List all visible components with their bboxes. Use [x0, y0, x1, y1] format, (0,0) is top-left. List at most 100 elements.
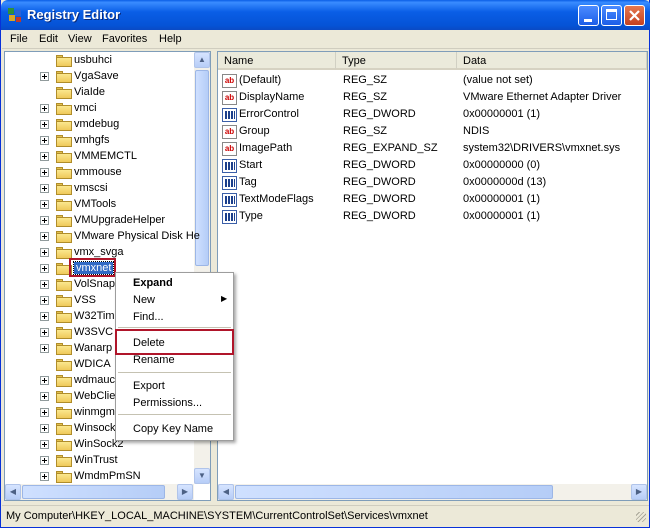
tree-item-label[interactable]: vmx_svga: [74, 246, 124, 258]
tree-item-label[interactable]: WmdmPmSN: [74, 470, 141, 482]
expand-plus-icon[interactable]: [40, 296, 49, 305]
value-row[interactable]: ab DisplayName REG_SZ VMware Ethernet Adapt…: [218, 90, 647, 106]
minimize-button[interactable]: [578, 5, 599, 26]
expand-plus-icon[interactable]: [40, 120, 49, 129]
tree-item-label[interactable]: WinTrust: [74, 454, 118, 466]
expand-plus-icon[interactable]: [40, 72, 49, 81]
tree-item-label[interactable]: vmscsi: [74, 182, 108, 194]
context-rename[interactable]: Rename: [133, 354, 175, 366]
tree-item[interactable]: vmci: [5, 101, 193, 117]
expand-plus-icon[interactable]: [40, 184, 49, 193]
menu-help[interactable]: Help: [159, 33, 182, 45]
title-bar[interactable]: Registry Editor: [1, 0, 650, 30]
expand-plus-icon[interactable]: [40, 376, 49, 385]
menu-favorites[interactable]: Favorites: [102, 33, 147, 45]
expand-plus-icon[interactable]: [40, 136, 49, 145]
maximize-button[interactable]: [601, 5, 622, 26]
expand-plus-icon[interactable]: [40, 232, 49, 241]
close-button[interactable]: [624, 5, 645, 26]
tree-item-label[interactable]: VolSnap: [74, 278, 115, 290]
tree-item-label[interactable]: W32Tim: [74, 310, 115, 322]
value-row[interactable]: ab Group REG_SZ NDIS: [218, 124, 647, 140]
tree-item-label[interactable]: VMTools: [74, 198, 116, 210]
expand-plus-icon[interactable]: [40, 408, 49, 417]
tree-item[interactable]: vmscsi: [5, 181, 193, 197]
scroll-thumb[interactable]: [22, 485, 165, 499]
context-new[interactable]: New: [133, 294, 155, 306]
tree-horizontal-scrollbar[interactable]: ◀ ▶: [5, 484, 194, 500]
resize-grip-icon[interactable]: [636, 512, 646, 522]
tree-item[interactable]: VMware Physical Disk He: [5, 229, 200, 245]
menu-file[interactable]: File: [10, 33, 28, 45]
value-row[interactable]: Tag REG_DWORD 0x0000000d (13): [218, 175, 647, 191]
expand-plus-icon[interactable]: [40, 424, 49, 433]
tree-item-label[interactable]: vmdebug: [74, 118, 119, 130]
tree-item-label[interactable]: W3SVC: [74, 326, 113, 338]
tree-item[interactable]: vmdebug: [5, 117, 193, 133]
scroll-up-button[interactable]: ▲: [194, 52, 210, 68]
values-list-pane[interactable]: Name Type Data ◀ ▶ ab (Default) REG_SZ (val…: [217, 51, 648, 501]
column-header-name[interactable]: Name: [218, 52, 336, 70]
tree-item-label[interactable]: usbuhci: [74, 54, 112, 66]
expand-plus-icon[interactable]: [40, 440, 49, 449]
value-row[interactable]: ErrorControl REG_DWORD 0x00000001 (1): [218, 107, 647, 123]
tree-item[interactable]: VMUpgradeHelper: [5, 213, 193, 229]
value-row[interactable]: Start REG_DWORD 0x00000000 (0): [218, 158, 647, 174]
tree-item-label[interactable]: VSS: [74, 294, 96, 306]
scroll-left-button[interactable]: ◀: [218, 484, 234, 500]
value-row[interactable]: ab ImagePath REG_EXPAND_SZ system32\DRIVERS…: [218, 141, 647, 157]
expand-plus-icon[interactable]: [40, 152, 49, 161]
expand-plus-icon[interactable]: [40, 456, 49, 465]
expand-plus-icon[interactable]: [40, 264, 49, 273]
context-find[interactable]: Find...: [133, 311, 164, 323]
value-row[interactable]: ab (Default) REG_SZ (value not set): [218, 73, 647, 89]
tree-item[interactable]: VMMEMCTL: [5, 149, 193, 165]
tree-item[interactable]: VgaSave: [5, 69, 193, 85]
tree-item[interactable]: vmhgfs: [5, 133, 193, 149]
tree-item-label[interactable]: ViaIde: [74, 86, 105, 98]
expand-plus-icon[interactable]: [40, 472, 49, 481]
column-header-type[interactable]: Type: [336, 52, 457, 70]
value-row[interactable]: Type REG_DWORD 0x00000001 (1): [218, 209, 647, 225]
context-export[interactable]: Export: [133, 380, 165, 392]
scroll-left-button[interactable]: ◀: [5, 484, 21, 500]
menu-edit[interactable]: Edit: [39, 33, 58, 45]
tree-item-label[interactable]: VMUpgradeHelper: [74, 214, 165, 226]
context-expand[interactable]: Expand: [133, 277, 173, 289]
tree-item-label[interactable]: wdmauc: [74, 374, 115, 386]
context-permissions[interactable]: Permissions...: [133, 397, 202, 409]
tree-item[interactable]: WinTrust: [5, 453, 193, 469]
scroll-down-button[interactable]: ▼: [194, 468, 210, 484]
expand-plus-icon[interactable]: [40, 168, 49, 177]
tree-item[interactable]: ViaIde: [5, 85, 193, 101]
scroll-thumb[interactable]: [235, 485, 553, 499]
expand-plus-icon[interactable]: [40, 104, 49, 113]
scroll-right-button[interactable]: ▶: [631, 484, 647, 500]
tree-item-label[interactable]: VgaSave: [74, 70, 119, 82]
tree-item[interactable]: VMTools: [5, 197, 193, 213]
expand-plus-icon[interactable]: [40, 216, 49, 225]
tree-item-label[interactable]: vmmouse: [74, 166, 122, 178]
expand-plus-icon[interactable]: [40, 248, 49, 257]
tree-item[interactable]: WmdmPmSN: [5, 469, 193, 485]
expand-plus-icon[interactable]: [40, 344, 49, 353]
tree-item-label[interactable]: vmhgfs: [74, 134, 109, 146]
tree-item-label[interactable]: VMware Physical Disk He: [74, 230, 200, 242]
tree-item-label[interactable]: WebClie: [74, 390, 115, 402]
tree-item-label[interactable]: Wanarp: [74, 342, 112, 354]
context-copy-key-name[interactable]: Copy Key Name: [133, 423, 213, 435]
column-header-data[interactable]: Data: [457, 52, 647, 70]
tree-item-label[interactable]: winmgm: [74, 406, 115, 418]
tree-item[interactable]: usbuhci: [5, 53, 193, 69]
tree-item[interactable]: vmmouse: [5, 165, 193, 181]
tree-item-label[interactable]: WDICA: [74, 358, 111, 370]
expand-plus-icon[interactable]: [40, 280, 49, 289]
expand-plus-icon[interactable]: [40, 200, 49, 209]
value-row[interactable]: TextModeFlags REG_DWORD 0x00000001 (1): [218, 192, 647, 208]
tree-item-label[interactable]: Winsock: [74, 422, 116, 434]
menu-view[interactable]: View: [68, 33, 92, 45]
expand-plus-icon[interactable]: [40, 328, 49, 337]
tree-item-label[interactable]: vmci: [74, 102, 97, 114]
list-horizontal-scrollbar[interactable]: ◀ ▶: [218, 484, 647, 500]
expand-plus-icon[interactable]: [40, 392, 49, 401]
